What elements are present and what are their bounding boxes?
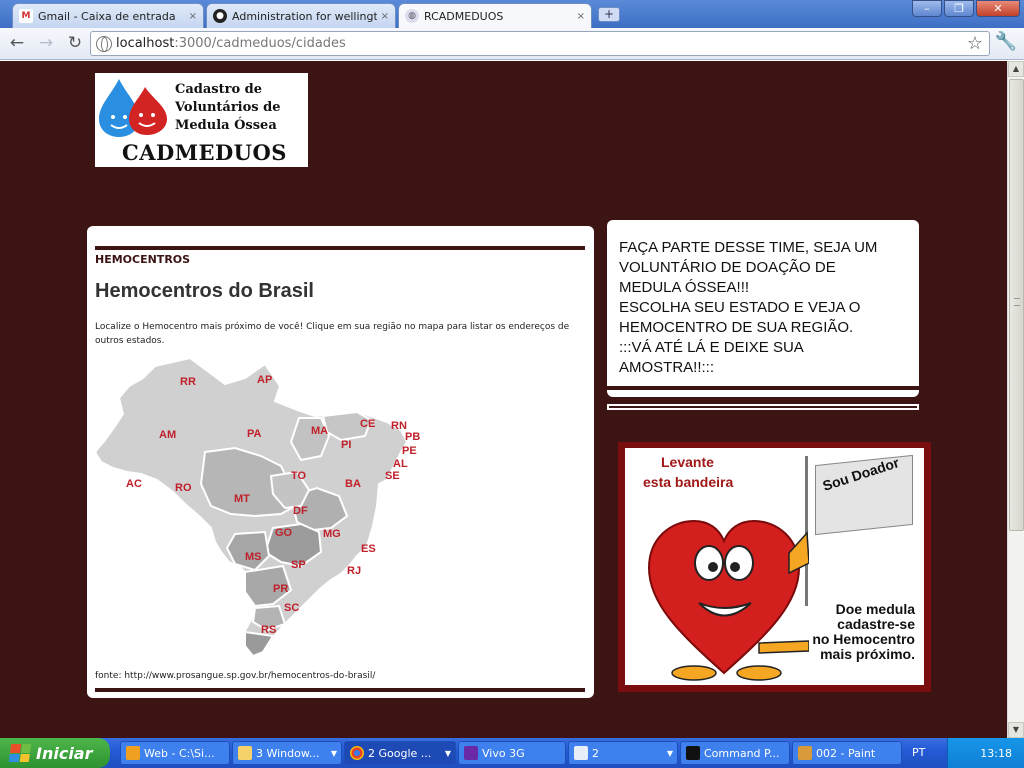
close-window-button[interactable]: ✕ [976, 0, 1020, 17]
brazil-map[interactable]: RR AP AM PA MA CE RN PB PI PE AL SE AC R… [95, 356, 435, 661]
svg-text:GO: GO [275, 527, 293, 539]
taskbar-item-paint[interactable]: 002 - Paint [792, 741, 902, 765]
svg-text:PA: PA [247, 428, 262, 440]
banner-line2: esta bandeira [643, 474, 734, 490]
restore-button[interactable]: ❐ [944, 0, 974, 17]
wrench-menu-icon[interactable]: 🔧 [994, 31, 1018, 55]
chrome-icon [350, 746, 364, 760]
clock[interactable]: 13:18 [980, 747, 1012, 760]
svg-text:RS: RS [261, 624, 276, 636]
tab-administration[interactable]: ● Administration for wellington36 × [206, 3, 396, 28]
globe-icon: ◍ [405, 9, 419, 23]
section-heading: HEMOCENTROS [95, 253, 191, 266]
cta-text: FAÇA PARTE DESSE TIME, SEJA UM VOLUNTÁRI… [619, 239, 878, 376]
paint-icon [798, 746, 812, 760]
svg-text:AL: AL [393, 458, 408, 470]
bookmark-star-icon[interactable]: ☆ [967, 33, 983, 54]
svg-text:TO: TO [291, 470, 307, 482]
svg-text:RR: RR [180, 376, 196, 388]
tab-strip: M Gmail - Caixa de entrada × ● Administr… [0, 0, 1024, 28]
windows-logo-icon [8, 744, 32, 762]
taskbar-item-command[interactable]: Command P... [680, 741, 790, 765]
scroll-thumb[interactable] [1009, 79, 1024, 531]
taskbar-item-2[interactable]: 2 ▼ [568, 741, 678, 765]
svg-text:RO: RO [175, 482, 192, 494]
divider [607, 404, 919, 410]
language-indicator[interactable]: PT [912, 746, 925, 759]
taskbar-item-vivo[interactable]: Vivo 3G [458, 741, 566, 765]
tab-title: Gmail - Caixa de entrada [38, 9, 176, 23]
drops-logo-icon [99, 79, 167, 137]
window-controls: – ❐ ✕ [912, 0, 1020, 17]
forward-button[interactable]: → [34, 32, 58, 56]
tab-close-icon[interactable]: × [189, 11, 197, 22]
svg-text:PI: PI [341, 439, 351, 451]
svg-text:MT: MT [234, 493, 250, 505]
svg-text:PB: PB [405, 431, 420, 443]
svg-text:SC: SC [284, 602, 299, 614]
svg-text:SE: SE [385, 470, 400, 482]
divider [95, 688, 585, 692]
start-button[interactable]: Iniciar [0, 738, 110, 768]
scroll-up-arrow-icon[interactable]: ▲ [1008, 61, 1024, 77]
browser-toolbar: ← → ↻ localhost:3000/cadmeduos/cidades ☆… [0, 28, 1024, 60]
svg-text:AP: AP [257, 374, 272, 386]
svg-text:MS: MS [245, 551, 262, 563]
vivo-icon [464, 746, 478, 760]
gmail-icon: M [19, 9, 33, 23]
logo-brand: CADMEDUOS [122, 140, 287, 165]
window-icon [574, 746, 588, 760]
tab-title: Administration for wellington36 [232, 9, 377, 23]
system-tray: 13:18 [947, 738, 1024, 768]
github-icon: ● [213, 9, 227, 23]
intro-text: Localize o Hemocentro mais próximo de vo… [95, 322, 570, 346]
new-tab-button[interactable]: + [598, 7, 620, 22]
donor-banner[interactable]: Sou Doador Levante esta bandeira Doe med… [618, 442, 931, 692]
svg-text:MA: MA [311, 425, 328, 437]
site-logo[interactable]: Cadastro de Voluntários de Medula Óssea … [95, 73, 308, 167]
cmd-icon [686, 746, 700, 760]
page-globe-icon [96, 35, 112, 52]
banner-image: Sou Doador Levante esta bandeira Doe med… [625, 448, 924, 685]
gear-icon [126, 746, 140, 760]
cta-panel: FAÇA PARTE DESSE TIME, SEJA UM VOLUNTÁRI… [607, 220, 919, 397]
back-button[interactable]: ← [5, 32, 29, 56]
taskbar-item-windows[interactable]: 3 Window... ▼ [232, 741, 342, 765]
svg-text:PR: PR [273, 583, 288, 595]
svg-text:SP: SP [291, 559, 306, 571]
page-viewport: Cadastro de Voluntários de Medula Óssea … [0, 61, 1024, 738]
svg-text:ES: ES [361, 543, 376, 555]
svg-text:AC: AC [126, 478, 142, 490]
tab-gmail[interactable]: M Gmail - Caixa de entrada × [12, 3, 204, 28]
banner-slogan: Doe medula cadastre-se no Hemocentro mai… [812, 601, 915, 662]
taskbar-item-google[interactable]: 2 Google ... ▼ [344, 741, 456, 765]
tab-close-icon[interactable]: × [577, 11, 585, 22]
logo-text: Cadastro de Voluntários de Medula Óssea [175, 82, 281, 133]
svg-text:CE: CE [360, 418, 375, 430]
reload-button[interactable]: ↻ [63, 32, 87, 56]
tab-title: RCADMEDUOS [424, 9, 504, 23]
svg-text:RJ: RJ [347, 565, 361, 577]
divider [95, 246, 585, 250]
minimize-button[interactable]: – [912, 0, 942, 17]
address-bar[interactable]: localhost:3000/cadmeduos/cidades ☆ [90, 31, 990, 56]
tab-close-icon[interactable]: × [381, 11, 389, 22]
hemocentros-panel: HEMOCENTROS Hemocentros do Brasil Locali… [87, 226, 594, 698]
scroll-down-arrow-icon[interactable]: ▼ [1008, 722, 1024, 738]
svg-text:MG: MG [323, 528, 341, 540]
url-text[interactable]: localhost:3000/cadmeduos/cidades [116, 36, 346, 51]
banner-line1: Levante [661, 454, 714, 470]
svg-text:PE: PE [402, 445, 417, 457]
tab-rcadmeduos[interactable]: ◍ RCADMEDUOS × [398, 3, 592, 28]
svg-text:BA: BA [345, 478, 361, 490]
svg-text:AM: AM [159, 429, 176, 441]
source-text: fonte: http://www.prosangue.sp.gov.br/he… [95, 671, 376, 681]
windows-taskbar: Iniciar Web - C:\Si... 3 Window... ▼ 2 Go… [0, 738, 1024, 768]
divider [607, 386, 919, 390]
taskbar-item-web[interactable]: Web - C:\Si... [120, 741, 230, 765]
svg-text:DF: DF [293, 505, 308, 517]
page-scrollbar[interactable]: ▲ ▼ [1007, 61, 1024, 738]
page-title: Hemocentros do Brasil [95, 280, 314, 302]
folder-icon [238, 746, 252, 760]
